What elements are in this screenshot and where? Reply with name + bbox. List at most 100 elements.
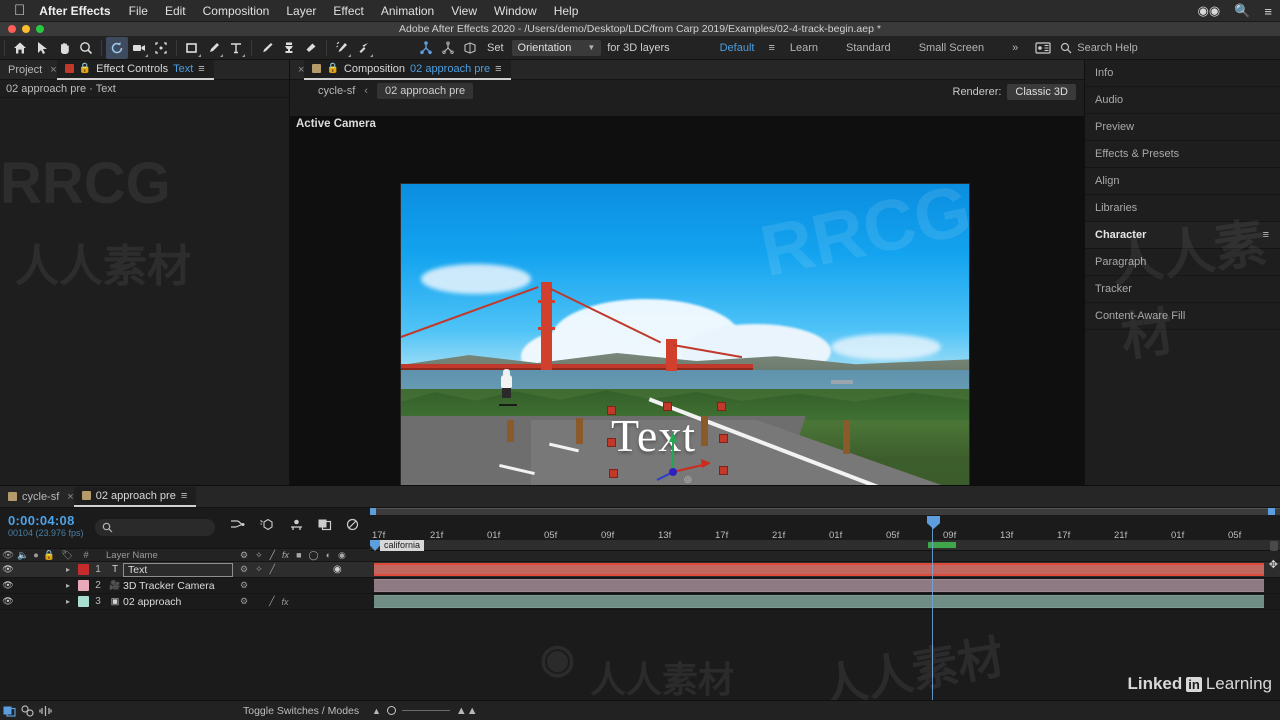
window-controls[interactable] [8, 25, 44, 33]
menu-help[interactable]: Help [554, 4, 579, 18]
dock-item-tracker[interactable]: Tracker [1085, 276, 1280, 303]
home-icon[interactable] [9, 37, 31, 59]
breadcrumb-current[interactable]: 02 approach pre [376, 83, 474, 99]
pen-icon[interactable] [203, 37, 225, 59]
workspace-overflow-icon[interactable]: » [998, 42, 1032, 54]
table-row[interactable]: 👁 ▸ 3 ▣ 02 approach ⚙ ╱ fx [0, 594, 1280, 610]
timeline-search-input[interactable] [95, 519, 215, 536]
timeline-vertical-scrollbar[interactable] [1270, 541, 1278, 551]
dock-item-effects-presets[interactable]: Effects & Presets [1085, 141, 1280, 168]
layer-name[interactable]: 3D Tracker Camera [123, 580, 215, 592]
composition-frame[interactable]: Text ◎ [400, 183, 970, 503]
layer-duration-bar[interactable] [374, 563, 1264, 576]
menu-view[interactable]: View [451, 4, 477, 18]
quality-icon[interactable]: ╱ [270, 564, 275, 575]
list-icon[interactable]: ≡ [1264, 4, 1272, 19]
shy-icon[interactable]: ⚙ [240, 564, 248, 575]
menu-window[interactable]: Window [494, 4, 537, 18]
panel-menu-icon[interactable]: ≡ [198, 63, 205, 75]
work-area-end-handle[interactable] [1268, 508, 1275, 515]
rotation-icon[interactable] [106, 36, 128, 59]
layer-visibility-toggle[interactable]: 👁 [0, 564, 16, 575]
workspace-default[interactable]: Default [706, 42, 769, 54]
layer-name[interactable]: 02 approach [123, 596, 181, 608]
close-window-button[interactable] [8, 25, 16, 33]
menu-layer[interactable]: Layer [286, 4, 316, 18]
selection-handle[interactable] [609, 469, 618, 478]
world-axis-icon[interactable] [437, 37, 459, 59]
fx-icon[interactable]: fx [282, 597, 289, 607]
layer-color-chip[interactable] [78, 596, 89, 607]
playhead[interactable] [927, 516, 940, 529]
minimize-window-button[interactable] [22, 25, 30, 33]
layer-color-chip[interactable] [78, 564, 89, 575]
layer-track[interactable] [370, 578, 1280, 593]
roto-brush-icon[interactable] [331, 37, 353, 59]
puppet-pin-icon[interactable] [353, 37, 375, 59]
layer-duration-bar[interactable] [374, 579, 1264, 592]
tab-02-approach-pre[interactable]: 02 approach pre ≡ [73, 486, 197, 507]
display-icon[interactable]: ◉◉ [1198, 3, 1221, 19]
layer-duration-bar[interactable] [374, 595, 1264, 608]
expand-arrow-icon[interactable]: ▸ [66, 565, 78, 574]
dock-item-content-aware-fill[interactable]: Content-Aware Fill [1085, 303, 1280, 330]
layer-color-chip[interactable] [78, 580, 89, 591]
maximize-window-button[interactable] [36, 25, 44, 33]
collapse-icon[interactable]: ✧ [255, 564, 263, 575]
selection-arrow-icon[interactable] [31, 37, 53, 59]
renderer-control[interactable]: Renderer: Classic 3D [953, 84, 1076, 100]
layer-name[interactable]: Text [123, 562, 233, 577]
frame-blending-icon[interactable] [318, 518, 332, 534]
3d-layer-icon[interactable]: ◉ [333, 564, 342, 575]
search-icon[interactable]: 🔍 [1234, 3, 1250, 19]
lock-icon[interactable]: 🔒 [79, 63, 91, 74]
tab-project[interactable]: Project [0, 60, 50, 80]
comp-panel-menu-icon[interactable]: ≡ [495, 63, 502, 75]
zoom-icon[interactable] [75, 37, 97, 59]
layer-visibility-toggle[interactable]: 👁 [0, 580, 16, 591]
expand-arrow-icon[interactable]: ▸ [66, 581, 78, 590]
menu-composition[interactable]: Composition [203, 4, 270, 18]
workspace-panel-icon[interactable] [1032, 37, 1054, 59]
type-icon[interactable] [225, 37, 247, 59]
timeline-zoom-slider[interactable]: ▲ ▲▲ [372, 705, 478, 717]
camera-icon[interactable] [128, 37, 150, 59]
shy-icon[interactable]: ⚙ [240, 596, 248, 607]
hand-icon[interactable] [53, 37, 75, 59]
table-row[interactable]: 👁 ▸ 1 T Text ⚙ ✧ ╱ ◉ [0, 562, 1280, 578]
zoom-out-icon[interactable]: ▲ [372, 706, 381, 716]
search-help-box[interactable]: Search Help [1060, 42, 1138, 54]
comp-marker-icon[interactable] [370, 540, 380, 551]
motion-blur-icon[interactable] [346, 518, 359, 534]
hide-shy-layers-icon[interactable] [36, 705, 54, 717]
dock-item-paragraph[interactable]: Paragraph [1085, 249, 1280, 276]
current-time-display[interactable]: 0:00:04:08 00104 (23.976 fps) [0, 508, 84, 538]
workspace-menu-icon[interactable]: ≡ [768, 42, 775, 54]
tab-composition[interactable]: 🔒 Composition 02 approach pre ≡ [304, 59, 511, 80]
workspace-standard[interactable]: Standard [832, 42, 905, 54]
dock-item-info[interactable]: Info [1085, 60, 1280, 87]
expand-arrow-icon[interactable]: ▸ [66, 597, 78, 606]
quality-icon[interactable]: ╱ [269, 596, 274, 607]
renderer-value[interactable]: Classic 3D [1007, 84, 1076, 100]
dock-item-audio[interactable]: Audio [1085, 87, 1280, 114]
timeline-panel-menu-icon[interactable]: ≡ [181, 490, 188, 502]
table-row[interactable]: 👁 ▸ 2 🎥 3D Tracker Camera ⚙ [0, 578, 1280, 594]
marker-label[interactable]: california [380, 540, 425, 551]
hide-shy-layers-icon[interactable] [289, 518, 304, 534]
draft-3d-icon[interactable] [259, 518, 275, 534]
local-axis-icon[interactable] [415, 37, 437, 59]
eraser-icon[interactable] [300, 37, 322, 59]
view-axis-icon[interactable] [459, 37, 481, 59]
comp-lock-icon[interactable]: 🔒 [326, 63, 338, 74]
breadcrumb-cycle-sf[interactable]: cycle-sf [318, 85, 355, 97]
dock-item-align[interactable]: Align [1085, 168, 1280, 195]
dock-item-libraries[interactable]: Libraries [1085, 195, 1280, 222]
selection-handle[interactable] [607, 438, 616, 447]
marker-row[interactable]: california [370, 540, 1280, 551]
selection-handle[interactable] [663, 402, 672, 411]
menu-effect[interactable]: Effect [333, 4, 363, 18]
tab-effect-controls[interactable]: 🔒 Effect Controls Text ≡ [56, 59, 214, 80]
pan-behind-icon[interactable] [150, 37, 172, 59]
brush-icon[interactable] [256, 37, 278, 59]
